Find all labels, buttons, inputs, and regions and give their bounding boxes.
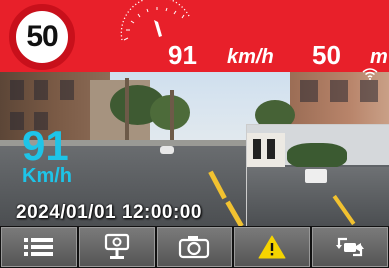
- switch-camera-icon: [336, 237, 365, 257]
- distance-value: 50: [312, 40, 341, 70]
- speed-camera-button[interactable]: [78, 227, 155, 267]
- switch-camera-button[interactable]: [312, 227, 388, 267]
- menu-button[interactable]: [1, 227, 77, 267]
- rear-camera-pip[interactable]: [246, 124, 389, 226]
- overlay-speed-value: 91: [22, 122, 69, 169]
- overlay-speed-unit: Km/h: [22, 165, 72, 187]
- current-speed-value: 91: [168, 40, 197, 70]
- speed-camera-icon: [104, 233, 129, 259]
- camera-icon: [179, 236, 210, 259]
- menu-icon: [23, 238, 53, 256]
- status-bar: 50 91 km/h 50 m: [0, 0, 389, 72]
- distance-unit: m: [370, 46, 388, 68]
- current-speed-unit: km/h: [227, 46, 274, 68]
- timestamp: 2024/01/01 12:00:00: [16, 202, 202, 223]
- speed-limit-sign: 50: [9, 4, 75, 70]
- dashcam-screen: 50 91 km/h 50 m 91 Km/h 2024/01/01 12:00…: [0, 0, 389, 268]
- wifi-icon: [362, 68, 378, 80]
- warning-icon: [258, 235, 286, 259]
- bottom-toolbar: [0, 226, 389, 268]
- emergency-lock-button[interactable]: [234, 227, 311, 267]
- speed-limit-value: 50: [26, 20, 58, 53]
- snapshot-button[interactable]: [156, 227, 233, 267]
